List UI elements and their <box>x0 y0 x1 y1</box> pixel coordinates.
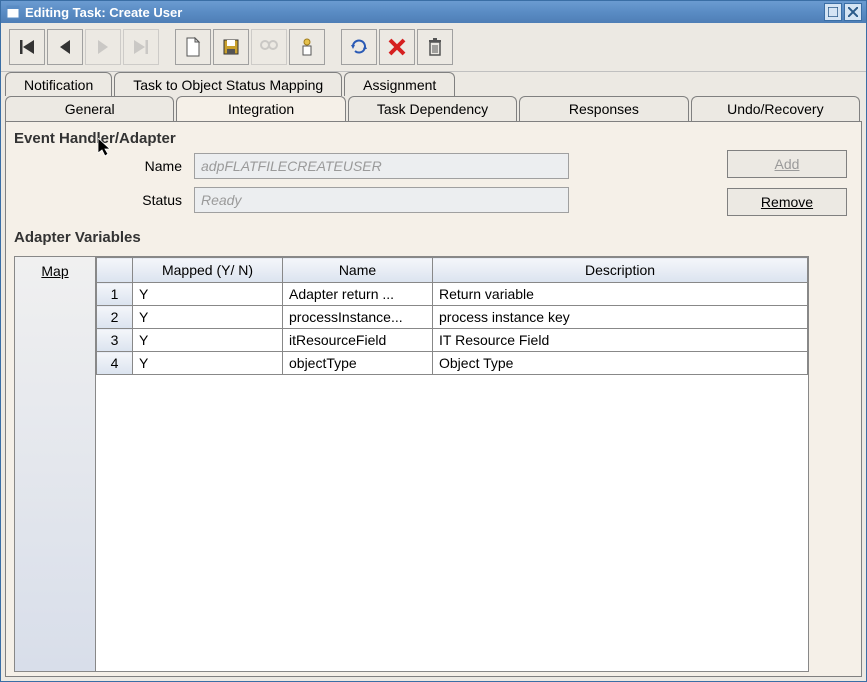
adapter-variables-table: Mapped (Y/ N) Name Description 1 Y Adapt… <box>96 256 809 672</box>
close-button[interactable] <box>844 3 862 21</box>
column-header-mapped[interactable]: Mapped (Y/ N) <box>133 258 283 283</box>
cell-mapped[interactable]: Y <box>133 329 283 352</box>
tab-undo-recovery[interactable]: Undo/Recovery <box>691 96 860 121</box>
maximize-button[interactable] <box>824 3 842 21</box>
cell-description[interactable]: process instance key <box>433 306 808 329</box>
prev-record-button[interactable] <box>47 29 83 65</box>
tab-integration[interactable]: Integration <box>176 96 345 121</box>
new-button[interactable] <box>175 29 211 65</box>
window-icon <box>5 4 21 20</box>
adapter-variables-section-title: Adapter Variables <box>14 229 853 246</box>
next-record-button[interactable] <box>85 29 121 65</box>
tab-responses[interactable]: Responses <box>519 96 688 121</box>
find-button[interactable] <box>251 29 287 65</box>
status-label: Status <box>14 192 194 208</box>
cell-mapped[interactable]: Y <box>133 283 283 306</box>
table-row[interactable]: 3 Y itResourceField IT Resource Field <box>97 329 808 352</box>
map-button[interactable]: Map <box>41 261 68 279</box>
cell-description[interactable]: Object Type <box>433 352 808 375</box>
tab-assignment[interactable]: Assignment <box>344 72 455 97</box>
delete-button[interactable] <box>417 29 453 65</box>
tab-general[interactable]: General <box>5 96 174 121</box>
cancel-button[interactable] <box>379 29 415 65</box>
integration-panel: Event Handler/Adapter Name Status Add Re… <box>5 121 862 677</box>
cell-mapped[interactable]: Y <box>133 306 283 329</box>
save-button[interactable] <box>213 29 249 65</box>
tab-notification[interactable]: Notification <box>5 72 112 97</box>
cell-name[interactable]: processInstance... <box>283 306 433 329</box>
first-record-button[interactable] <box>9 29 45 65</box>
remove-button[interactable]: Remove <box>727 188 847 216</box>
column-header-description[interactable]: Description <box>433 258 808 283</box>
assign-button[interactable] <box>289 29 325 65</box>
cell-mapped[interactable]: Y <box>133 352 283 375</box>
last-record-button[interactable] <box>123 29 159 65</box>
column-header-name[interactable]: Name <box>283 258 433 283</box>
tabs-row-top: Notification Task to Object Status Mappi… <box>1 72 866 97</box>
tabs-row-bottom: General Integration Task Dependency Resp… <box>1 96 866 121</box>
cell-description[interactable]: Return variable <box>433 283 808 306</box>
refresh-button[interactable] <box>341 29 377 65</box>
name-label: Name <box>14 158 194 174</box>
titlebar: Editing Task: Create User <box>1 1 866 23</box>
tab-task-dependency[interactable]: Task Dependency <box>348 96 517 121</box>
editing-task-window: Editing Task: Create User <box>0 0 867 682</box>
cell-name[interactable]: objectType <box>283 352 433 375</box>
toolbar <box>1 23 866 72</box>
row-number: 2 <box>97 306 133 329</box>
cell-name[interactable]: itResourceField <box>283 329 433 352</box>
add-button[interactable]: Add <box>727 150 847 178</box>
table-row[interactable]: 2 Y processInstance... process instance … <box>97 306 808 329</box>
window-title: Editing Task: Create User <box>25 5 824 20</box>
tab-status-mapping[interactable]: Task to Object Status Mapping <box>114 72 342 97</box>
table-row[interactable]: 4 Y objectType Object Type <box>97 352 808 375</box>
map-button-column: Map <box>14 256 96 672</box>
cell-name[interactable]: Adapter return ... <box>283 283 433 306</box>
table-row[interactable]: 1 Y Adapter return ... Return variable <box>97 283 808 306</box>
row-number: 1 <box>97 283 133 306</box>
cell-description[interactable]: IT Resource Field <box>433 329 808 352</box>
column-header-rownum[interactable] <box>97 258 133 283</box>
event-handler-section-title: Event Handler/Adapter <box>14 130 853 147</box>
status-field[interactable] <box>194 187 569 213</box>
row-number: 3 <box>97 329 133 352</box>
row-number: 4 <box>97 352 133 375</box>
name-field[interactable] <box>194 153 569 179</box>
